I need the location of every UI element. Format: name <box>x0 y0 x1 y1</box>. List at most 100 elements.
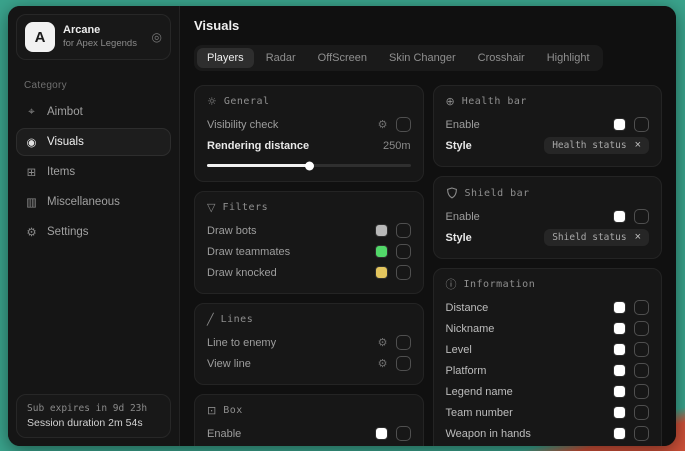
sidebar-item-settings[interactable]: ⚙ Settings <box>16 218 171 246</box>
setting-row-box-enable: Enable <box>207 423 411 444</box>
color-swatch[interactable] <box>375 427 388 440</box>
session-duration-text: Session duration 2m 54s <box>27 417 160 429</box>
setting-row-health-enable: Enable <box>446 114 650 135</box>
section-title: Information <box>464 279 536 290</box>
setting-label: Distance <box>446 302 489 314</box>
color-swatch[interactable] <box>375 224 388 237</box>
health-enable-checkbox[interactable] <box>634 117 649 132</box>
section-health-bar: ⊕ Health bar Enable Style <box>433 85 663 167</box>
setting-row-rendering-distance: Rendering distance 250m <box>207 135 411 156</box>
setting-row-legend-name: Legend name <box>446 381 650 402</box>
shield-style-chip[interactable]: Shield status × <box>544 229 649 246</box>
tab-offscreen[interactable]: OffScreen <box>308 48 377 68</box>
color-swatch[interactable] <box>613 364 626 377</box>
nickname-checkbox[interactable] <box>634 321 649 336</box>
sun-icon: ☼ <box>207 96 217 107</box>
tab-highlight[interactable]: Highlight <box>537 48 600 68</box>
tab-skin-changer[interactable]: Skin Changer <box>379 48 466 68</box>
weapon-in-hands-checkbox[interactable] <box>634 426 649 441</box>
funnel-icon: ▽ <box>207 202 215 213</box>
level-checkbox[interactable] <box>634 342 649 357</box>
right-column: ⊕ Health bar Enable Style <box>433 85 663 446</box>
section-shield-bar: Shield bar Enable Style S <box>433 176 663 259</box>
health-style-chip[interactable]: Health status × <box>544 137 649 154</box>
platform-checkbox[interactable] <box>634 363 649 378</box>
sidebar-item-visuals[interactable]: ◉ Visuals <box>16 128 171 156</box>
setting-row-health-style: Style Health status × <box>446 135 650 156</box>
setting-label: View line <box>207 358 251 370</box>
gear-icon[interactable]: ⚙ <box>378 357 388 370</box>
tab-crosshair[interactable]: Crosshair <box>468 48 535 68</box>
close-icon[interactable]: × <box>635 140 641 151</box>
line-to-enemy-checkbox[interactable] <box>396 335 411 350</box>
color-swatch[interactable] <box>613 118 626 131</box>
setting-row-view-line: View line ⚙ <box>207 353 411 374</box>
section-title: General <box>224 96 270 107</box>
section-information: ⓘ Information Distance Nickname <box>433 268 663 446</box>
sidebar-item-label: Miscellaneous <box>47 196 120 208</box>
setting-label: Nickname <box>446 323 495 335</box>
gear-icon[interactable]: ⚙ <box>378 336 388 349</box>
app-name: Arcane <box>63 24 144 38</box>
shield-icon <box>446 187 458 199</box>
shield-enable-checkbox[interactable] <box>634 209 649 224</box>
section-general: ☼ General Visibility check ⚙ Rendering d… <box>194 85 424 182</box>
color-swatch[interactable] <box>613 385 626 398</box>
app-window: A Arcane for Apex Legends ◎ Category ⌖ A… <box>8 6 676 446</box>
distance-checkbox[interactable] <box>634 300 649 315</box>
color-swatch[interactable] <box>613 301 626 314</box>
draw-knocked-checkbox[interactable] <box>396 265 411 280</box>
sidebar-item-aimbot[interactable]: ⌖ Aimbot <box>16 97 171 126</box>
draw-teammates-checkbox[interactable] <box>396 244 411 259</box>
section-title: Filters <box>222 202 268 213</box>
section-lines: ╱ Lines Line to enemy ⚙ View line <box>194 303 424 385</box>
setting-label: Rendering distance <box>207 140 309 152</box>
sliders-icon: ▥ <box>25 195 38 209</box>
color-swatch[interactable] <box>613 406 626 419</box>
sidebar-item-miscellaneous[interactable]: ▥ Miscellaneous <box>16 188 171 216</box>
setting-label: Team number <box>446 407 513 419</box>
section-title: Health bar <box>462 96 527 107</box>
color-swatch[interactable] <box>613 427 626 440</box>
color-swatch[interactable] <box>613 210 626 223</box>
color-swatch[interactable] <box>375 245 388 258</box>
tab-radar[interactable]: Radar <box>256 48 306 68</box>
sidebar: A Arcane for Apex Legends ◎ Category ⌖ A… <box>8 6 180 446</box>
rendering-distance-slider[interactable] <box>207 164 411 167</box>
team-number-checkbox[interactable] <box>634 405 649 420</box>
brand-card[interactable]: A Arcane for Apex Legends ◎ <box>16 14 171 60</box>
setting-label: Enable <box>207 428 241 440</box>
tab-players[interactable]: Players <box>197 48 254 68</box>
setting-row-draw-knocked: Draw knocked <box>207 262 411 283</box>
setting-row-draw-bots: Draw bots <box>207 220 411 241</box>
setting-row-distance: Distance <box>446 297 650 318</box>
legend-name-checkbox[interactable] <box>634 384 649 399</box>
setting-label: Enable <box>446 211 480 223</box>
desktop-background: A Arcane for Apex Legends ◎ Category ⌖ A… <box>0 0 685 451</box>
color-swatch[interactable] <box>375 266 388 279</box>
box-icon: ⊞ <box>25 165 38 179</box>
gear-icon[interactable]: ⚙ <box>378 118 388 131</box>
visibility-check-checkbox[interactable] <box>396 117 411 132</box>
close-icon[interactable]: × <box>635 232 641 243</box>
color-swatch[interactable] <box>613 322 626 335</box>
target-icon[interactable]: ◎ <box>152 30 162 44</box>
slider-thumb[interactable] <box>305 161 314 170</box>
view-line-checkbox[interactable] <box>396 356 411 371</box>
sidebar-item-label: Aimbot <box>47 106 83 118</box>
setting-row-shield-style: Style Shield status × <box>446 227 650 248</box>
sidebar-item-items[interactable]: ⊞ Items <box>16 158 171 186</box>
section-title: Lines <box>221 314 254 325</box>
draw-bots-checkbox[interactable] <box>396 223 411 238</box>
setting-label: Level <box>446 344 472 356</box>
brand-text: Arcane for Apex Legends <box>63 24 144 50</box>
color-swatch[interactable] <box>613 343 626 356</box>
setting-row-platform: Platform <box>446 360 650 381</box>
setting-label: Style <box>446 140 472 152</box>
setting-row-line-to-enemy: Line to enemy ⚙ <box>207 332 411 353</box>
box-enable-checkbox[interactable] <box>396 426 411 441</box>
section-title: Shield bar <box>465 188 530 199</box>
content-columns: ☼ General Visibility check ⚙ Rendering d… <box>194 85 662 446</box>
category-label: Category <box>24 80 179 91</box>
box-frame-icon: ⊡ <box>207 405 216 416</box>
